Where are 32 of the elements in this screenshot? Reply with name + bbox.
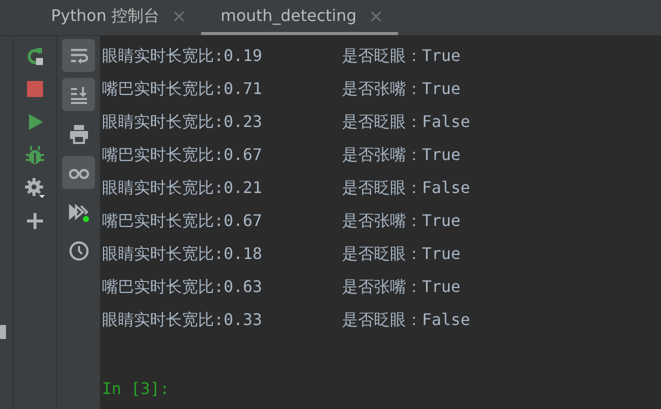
stop-icon[interactable] xyxy=(24,78,46,100)
printer-icon xyxy=(68,122,90,144)
console-line: 是否眨眼：False xyxy=(342,308,470,330)
console-line: 是否张嘴：True xyxy=(342,78,461,100)
bug-icon[interactable] xyxy=(24,144,46,166)
console-line: 是否眨眼：False xyxy=(342,110,470,132)
console-line: 嘴巴实时长宽比:0.67 xyxy=(102,210,264,232)
console-line: 是否眨眼：True xyxy=(342,44,461,66)
console-line: 嘴巴实时长宽比:0.71 xyxy=(102,78,264,100)
console-line: 是否张嘴：True xyxy=(342,144,461,166)
console-line: 是否张嘴：True xyxy=(342,276,461,298)
input-prompt: In [3]: xyxy=(102,378,170,400)
console-line: 眼睛实时长宽比:0.23 xyxy=(102,110,264,132)
console-line: 眼睛实时长宽比:0.19 xyxy=(102,44,264,66)
toolbar-button[interactable] xyxy=(62,156,95,189)
toolbar-button[interactable] xyxy=(62,78,95,111)
console-line: 是否眨眼：False xyxy=(342,176,470,198)
console-line: 眼睛实时长宽比:0.21 xyxy=(102,176,264,198)
console-line: 嘴巴实时长宽比:0.63 xyxy=(102,276,264,298)
clock-icon xyxy=(68,240,90,262)
console-line: 眼睛实时长宽比:0.18 xyxy=(102,242,264,264)
console-line: 是否张嘴：True xyxy=(342,210,461,232)
tab[interactable]: mouth_detecting × xyxy=(200,0,398,35)
console-line: 眼睛实时长宽比:0.33 xyxy=(102,308,264,330)
console-line: 嘴巴实时长宽比:0.67 xyxy=(102,144,264,166)
gear-icon[interactable] xyxy=(24,177,46,199)
plus-icon[interactable] xyxy=(24,210,46,232)
tab-label: mouth_detecting xyxy=(220,5,356,27)
tab[interactable]: Python 控制台 × xyxy=(37,0,201,35)
tab-label: Python 控制台 xyxy=(51,5,160,27)
console-line: 是否眨眼：True xyxy=(342,242,461,264)
toolbar-button[interactable] xyxy=(62,39,95,72)
